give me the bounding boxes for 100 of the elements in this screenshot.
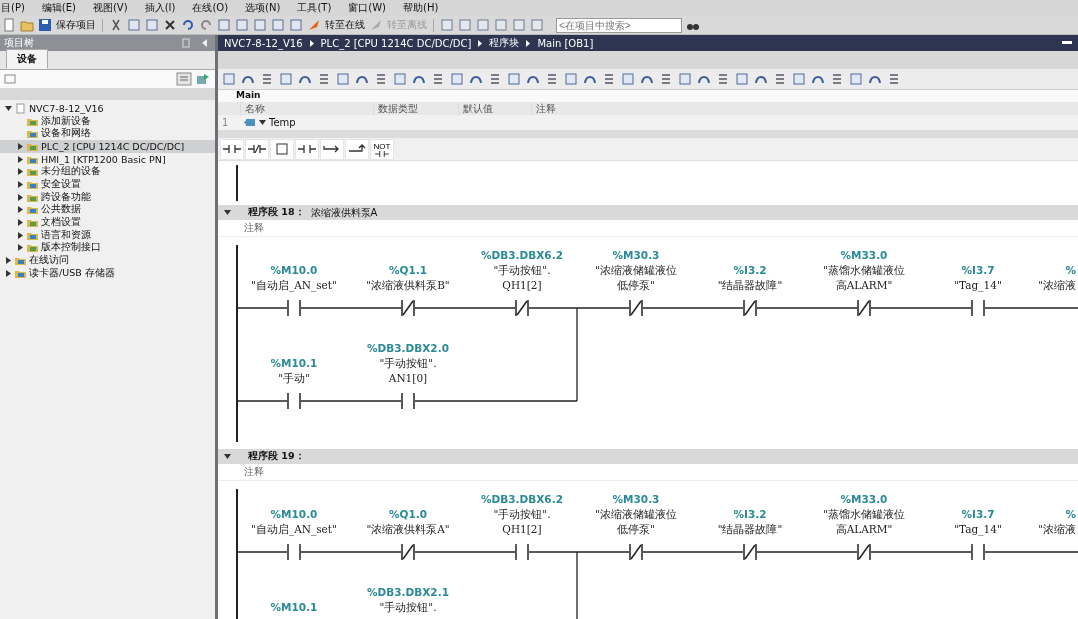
go-online-button[interactable]: 转至在线 <box>325 18 365 32</box>
operand-address: %M10.1 <box>270 601 318 613</box>
caret-icon[interactable] <box>224 453 232 460</box>
caret-icon[interactable] <box>17 180 24 188</box>
rung-line <box>236 307 288 309</box>
caret-icon[interactable] <box>5 104 12 112</box>
tree-item[interactable]: NVC7-8-12_V16 <box>0 102 215 115</box>
caret-icon[interactable] <box>259 119 266 126</box>
caret-icon[interactable] <box>224 209 232 216</box>
caret-icon[interactable] <box>5 269 12 277</box>
breadcrumb-item[interactable]: NVC7-8-12_V16 <box>224 37 303 49</box>
caret-icon[interactable] <box>5 257 12 265</box>
menu-item[interactable]: 帮助(H) <box>403 1 439 15</box>
folder-icon <box>27 217 38 229</box>
closed-contact[interactable] <box>515 299 529 317</box>
caret-icon[interactable] <box>17 206 24 214</box>
caret-icon[interactable] <box>17 155 24 163</box>
toolbar-icon[interactable] <box>109 18 123 32</box>
open-contact[interactable] <box>401 392 415 410</box>
contact-icon <box>248 143 266 155</box>
instruction-button[interactable] <box>220 138 244 160</box>
tree-item[interactable]: 跨设备功能 <box>0 190 215 204</box>
open-contact[interactable] <box>287 392 301 410</box>
tree-item[interactable]: 文档设置 <box>0 216 215 229</box>
menu-item[interactable]: 插入(I) <box>144 1 176 15</box>
folder-icon <box>27 242 38 254</box>
instruction-button[interactable] <box>245 138 269 160</box>
closed-contact[interactable] <box>629 543 643 561</box>
caret-icon[interactable] <box>17 244 24 252</box>
tree-item[interactable]: 读卡器/USB 存储器 <box>0 266 215 280</box>
closed-contact[interactable] <box>857 299 871 317</box>
not-contact-button[interactable]: NOT <box>370 138 394 160</box>
operand-address: %I3.7 <box>961 508 995 520</box>
save-project-button[interactable]: 保存项目 <box>56 18 96 32</box>
comment-label: 注释 <box>244 221 264 235</box>
open-contact[interactable] <box>971 299 985 317</box>
tag-name: "手动" <box>278 372 310 384</box>
closed-contact[interactable] <box>743 543 757 561</box>
document-icon <box>15 102 26 114</box>
breadcrumb-item[interactable]: 程序块 <box>489 36 520 50</box>
contact-icon <box>298 143 316 155</box>
network-label: 程序段 18： <box>248 206 305 219</box>
open-contact[interactable] <box>971 543 985 561</box>
tree-item[interactable]: 公共数据 <box>0 203 215 217</box>
tag-name: "浓缩液储罐液位 低停泵" <box>595 508 677 535</box>
operand-address: %Q1.1 <box>388 264 428 276</box>
tree-item[interactable]: 设备和网络 <box>0 127 215 141</box>
instruction-button[interactable] <box>345 138 369 160</box>
tree-item[interactable]: 添加新设备 <box>0 114 215 128</box>
menu-item[interactable]: 选项(N) <box>245 1 281 15</box>
search-field[interactable]: <在项目中搜索> <box>556 17 682 33</box>
tree-item[interactable]: HMI_1 [KTP1200 Basic PN] <box>0 152 215 166</box>
section-icon <box>244 118 256 127</box>
menu-item[interactable]: 窗口(W) <box>348 1 386 15</box>
caret-icon[interactable] <box>17 168 24 176</box>
toolbar-icon[interactable] <box>163 18 177 32</box>
tree-item[interactable]: PLC_2 [CPU 1214C DC/DC/DC] <box>0 140 215 153</box>
tree-item[interactable]: 在线访问 <box>0 254 215 267</box>
operand-address: %M10.0 <box>270 508 318 520</box>
branch-line <box>576 551 578 619</box>
breadcrumb-item[interactable]: Main [OB1] <box>537 37 594 49</box>
sync-icon[interactable] <box>195 72 211 86</box>
caret-icon[interactable] <box>17 231 24 239</box>
menu-item[interactable]: 视图(V) <box>92 1 128 15</box>
closed-contact[interactable] <box>743 299 757 317</box>
tag-name: "蒸馏水储罐液位 高ALARM" <box>823 264 905 291</box>
tree-item[interactable]: 语言和资源 <box>0 228 215 242</box>
save-icon[interactable] <box>38 18 52 32</box>
toolbar-icon[interactable] <box>181 18 195 32</box>
closed-contact[interactable] <box>401 543 415 561</box>
menu-item[interactable]: 工具(T) <box>297 1 332 15</box>
block-title: Main <box>235 90 262 102</box>
caret-icon[interactable] <box>17 219 24 227</box>
tree-item[interactable]: 未分组的设备 <box>0 165 215 179</box>
operand-address: %M10.0 <box>270 264 318 276</box>
closed-contact[interactable] <box>401 299 415 317</box>
open-contact[interactable] <box>515 543 529 561</box>
closed-contact[interactable] <box>857 543 871 561</box>
caret-icon[interactable] <box>17 193 24 201</box>
tag-name: "手动按钮". QH1[2] <box>493 508 551 535</box>
tag-name: "Tag_14" <box>954 279 1002 291</box>
contact-icon <box>223 143 241 155</box>
minimize-icon[interactable] <box>1062 41 1072 45</box>
tab[interactable]: 设备 <box>6 49 48 69</box>
open-contact[interactable] <box>287 299 301 317</box>
tree-item[interactable]: 安全设置 <box>0 178 215 191</box>
menu-item[interactable]: 目(P) <box>1 1 25 15</box>
tag-name: "手动按钮". AN1[0] <box>379 357 437 384</box>
caret-icon[interactable] <box>17 142 24 150</box>
menu-item[interactable]: 在线(O) <box>192 1 229 15</box>
instruction-button[interactable] <box>320 138 344 160</box>
menu-item[interactable]: 编辑(E) <box>41 1 76 15</box>
closed-contact[interactable] <box>629 299 643 317</box>
tree-item[interactable]: 版本控制接口 <box>0 241 215 255</box>
box-icon <box>273 143 291 155</box>
chevron-icon <box>525 39 532 47</box>
instruction-button[interactable] <box>295 138 319 160</box>
breadcrumb-item[interactable]: PLC_2 [CPU 1214C DC/DC/DC] <box>320 37 472 49</box>
folder-icon <box>27 204 38 216</box>
open-contact[interactable] <box>287 543 301 561</box>
